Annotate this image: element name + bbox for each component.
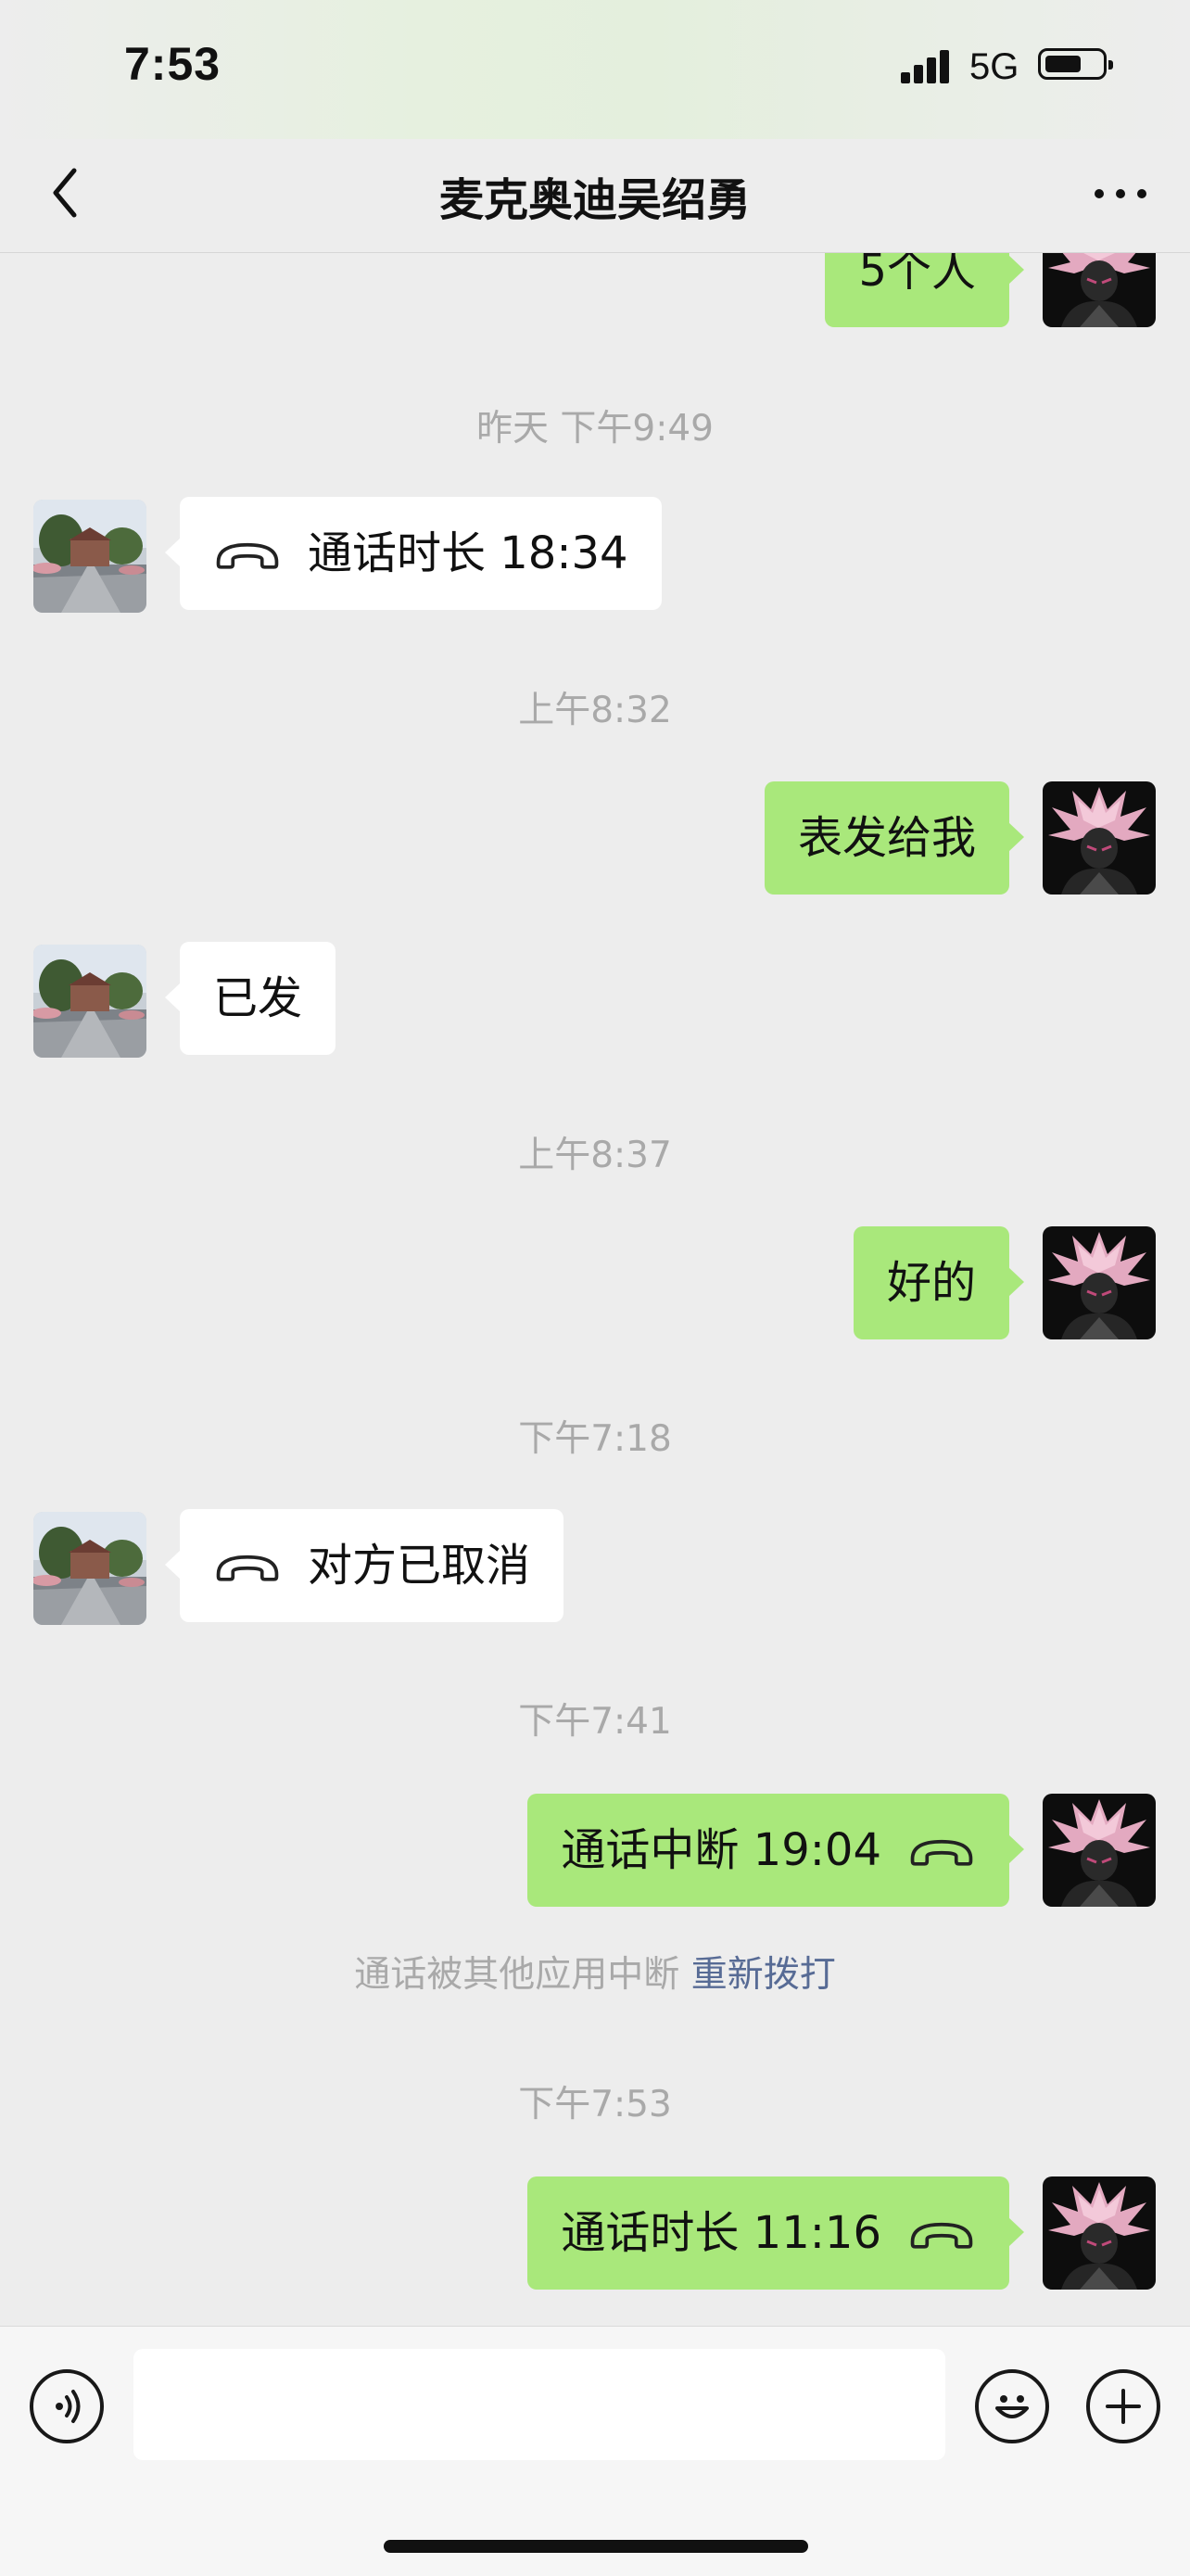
message-text: 通话时长 18:34 — [308, 527, 628, 579]
message-text: 通话中断 19:04 — [561, 1824, 881, 1876]
message-text: 好的 — [886, 1257, 976, 1309]
timestamp: 下午7:18 — [518, 1418, 672, 1460]
message-text: 表发给我 — [797, 812, 976, 864]
message-list[interactable]: 5个人 昨天 下午9:49 通话时长 18:34 上午8:32 表发给我 已发 … — [0, 253, 1190, 2326]
more-options-button[interactable] — [1088, 169, 1153, 215]
plus-icon — [1106, 2389, 1141, 2424]
message-bubble-out[interactable]: 5个人 — [825, 253, 1024, 327]
avatar-self[interactable] — [1043, 781, 1156, 895]
call-record-bubble-out[interactable]: 通话中断 19:04 — [527, 1794, 1024, 1907]
status-bar: 7:53 5G — [0, 0, 1190, 139]
status-time: 7:53 — [124, 38, 222, 90]
phone-hangup-icon — [213, 536, 282, 571]
message-bubble-out[interactable]: 好的 — [853, 1226, 1025, 1339]
avatar-contact[interactable] — [33, 945, 146, 1058]
avatar-self[interactable] — [1043, 253, 1156, 327]
emoji-icon — [995, 2395, 1029, 2418]
avatar-self[interactable] — [1043, 2176, 1156, 2290]
emoji-button[interactable] — [975, 2369, 1049, 2443]
phone-hangup-icon — [213, 1548, 282, 1583]
redial-link[interactable]: 重新拨打 — [691, 1954, 836, 1996]
more-dots-icon — [1095, 189, 1146, 198]
voice-button[interactable] — [30, 2369, 104, 2443]
system-notice: 通话被其他应用中断 重新拨打 — [0, 1946, 1190, 1998]
more-functions-button[interactable] — [1086, 2369, 1160, 2443]
call-record-bubble-in[interactable]: 对方已取消 — [164, 1509, 564, 1622]
signal-icon — [901, 50, 956, 83]
system-notice-text: 通话被其他应用中断 — [354, 1954, 680, 1996]
phone-hangup-icon — [907, 1833, 976, 1868]
phone-hangup-icon — [907, 2215, 976, 2251]
input-bar — [0, 2326, 1190, 2576]
message-text: 已发 — [213, 972, 303, 1024]
message-text: 对方已取消 — [308, 1540, 531, 1592]
timestamp: 上午8:32 — [518, 690, 672, 731]
message-bubble-out[interactable]: 表发给我 — [764, 781, 1025, 895]
timestamp: 上午8:37 — [518, 1135, 672, 1176]
message-bubble-in[interactable]: 已发 — [164, 942, 336, 1055]
network-type: 5G — [969, 46, 1019, 87]
call-record-bubble-in[interactable]: 通话时长 18:34 — [165, 497, 662, 610]
avatar-self[interactable] — [1043, 1226, 1156, 1339]
timestamp: 下午7:41 — [518, 1701, 672, 1743]
avatar-contact[interactable] — [33, 1512, 146, 1625]
avatar-contact[interactable] — [33, 500, 146, 613]
message-text: 5个人 — [858, 253, 976, 297]
chat-title: 麦克奥迪吴绍勇 — [438, 174, 751, 226]
home-indicator[interactable] — [384, 2540, 808, 2553]
voice-icon — [56, 2390, 81, 2423]
timestamp: 下午7:53 — [518, 2084, 672, 2126]
call-record-bubble-out[interactable]: 通话时长 11:16 — [527, 2176, 1024, 2290]
message-input[interactable] — [133, 2349, 945, 2460]
message-text: 通话时长 11:16 — [561, 2207, 881, 2259]
chat-header: 麦克奥迪吴绍勇 — [0, 139, 1190, 253]
timestamp: 昨天 下午9:49 — [476, 408, 714, 450]
battery-icon — [1038, 48, 1113, 80]
avatar-self[interactable] — [1043, 1794, 1156, 1907]
